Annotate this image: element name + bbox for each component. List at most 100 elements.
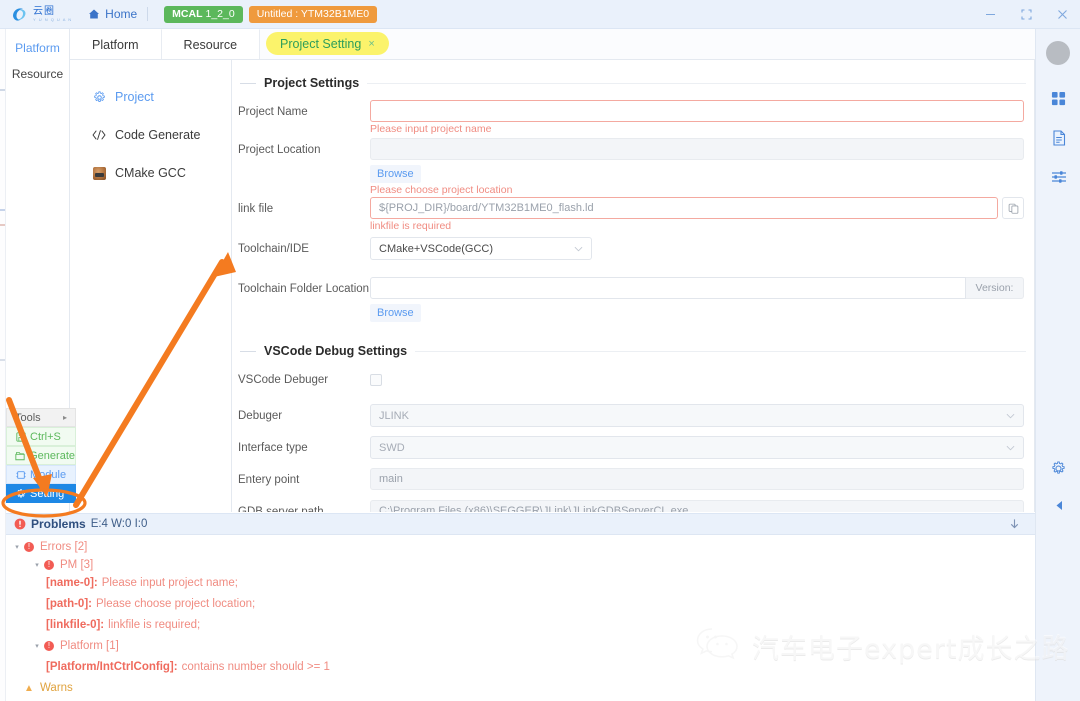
field-row-vscode-debuger: VSCode Debuger xyxy=(232,368,1034,392)
sidebar-item-code-generate[interactable]: Code Generate xyxy=(70,116,231,154)
caret-icon[interactable]: ▾ xyxy=(32,561,42,569)
menu-item-setting[interactable]: Setting xyxy=(6,484,76,503)
tab-platform[interactable]: Platform xyxy=(70,29,162,59)
leftnav-label-platform: Platform xyxy=(15,41,60,55)
error-project-location: Please choose project location xyxy=(370,184,513,196)
close-icon[interactable] xyxy=(1044,0,1080,28)
leftnav-item-resource[interactable]: Resource xyxy=(6,61,69,87)
problem-node-warns[interactable]: ▲ Warns xyxy=(6,679,1035,697)
code-icon xyxy=(92,128,106,142)
field-row-toolchain-folder: Toolchain Folder Location Version: Brows… xyxy=(232,277,1034,322)
document-icon[interactable] xyxy=(1036,118,1080,157)
copy-icon[interactable] xyxy=(1002,197,1024,219)
sidebar-item-project[interactable]: Project xyxy=(70,78,231,116)
chevron-right-icon: ▸ xyxy=(62,413,67,422)
problem-item-intctrlconfig-key: [Platform/IntCtrlConfig]: xyxy=(46,661,178,673)
home-button[interactable]: Home xyxy=(88,7,137,21)
problem-item-path-0[interactable]: [path-0]: Please choose project location… xyxy=(6,595,1035,613)
problem-node-pm[interactable]: ▾ ! PM [3] xyxy=(6,556,1035,574)
label-link-file: link file xyxy=(238,203,274,215)
sidebar-item-cmake-gcc[interactable]: CMake GCC xyxy=(70,154,231,192)
error-icon: ! xyxy=(42,641,56,651)
tab-project-setting[interactable]: Project Setting × xyxy=(266,32,389,55)
problem-node-errors[interactable]: ▾ ! Errors [2] xyxy=(6,538,1035,556)
grid-icon[interactable] xyxy=(1036,79,1080,118)
section-header-vscode-debug: VSCode Debug Settings xyxy=(240,344,1026,358)
mcal-badge[interactable]: MCAL 1_2_0 xyxy=(164,5,243,23)
watermark: 汽车电子expert成长之路 xyxy=(696,626,1070,667)
project-location-browse-button[interactable]: Browse xyxy=(370,165,421,183)
label-interface-type: Interface type xyxy=(238,442,308,454)
problem-item-name-0-key: [name-0]: xyxy=(46,577,98,589)
leftnav-item-platform[interactable]: Platform xyxy=(6,35,69,61)
download-icon[interactable] xyxy=(1008,518,1021,531)
module-icon xyxy=(15,469,26,480)
debuger-value: JLINK xyxy=(379,409,409,422)
problem-item-path-0-key: [path-0]: xyxy=(46,598,92,610)
vscode-debuger-checkbox[interactable] xyxy=(370,374,382,386)
collapse-left-icon[interactable] xyxy=(1036,486,1080,525)
sliders-icon[interactable] xyxy=(1036,157,1080,196)
wechat-icon xyxy=(696,626,740,667)
window-controls xyxy=(972,0,1080,28)
chevron-down-icon xyxy=(1006,411,1015,421)
section-header-project-settings: Project Settings xyxy=(240,76,1026,90)
field-row-project-location: Project Location Browse Please choose pr… xyxy=(232,138,1034,197)
project-name-input[interactable] xyxy=(370,100,1024,122)
link-file-input[interactable]: ${PROJ_DIR}/board/YTM32B1ME0_flash.ld xyxy=(370,197,998,219)
toolchain-ide-select[interactable]: CMake+VSCode(GCC) xyxy=(370,237,592,260)
menu-item-generate[interactable]: Generate xyxy=(6,446,76,465)
menu-item-setting-label: Setting xyxy=(30,487,65,500)
problems-tree: ▾ ! Errors [2] ▾ ! PM [3] [name-0]: Plea… xyxy=(6,535,1035,701)
floating-tool-menu: Tools ▸ Ctrl+S Generate Module Setting xyxy=(6,408,76,503)
tab-resource[interactable]: Resource xyxy=(161,29,261,59)
menu-item-save[interactable]: Ctrl+S xyxy=(6,427,76,446)
menu-item-module[interactable]: Module xyxy=(6,465,76,484)
field-row-project-name: Project Name Please input project name xyxy=(232,100,1034,136)
title-bar: 云圈 Y U N Q U A N Home MCAL 1_2_0 Untitle… xyxy=(0,0,1080,29)
menu-item-tools-label: Tools xyxy=(15,411,41,424)
tab-close-icon[interactable]: × xyxy=(368,38,374,50)
project-badge[interactable]: Untitled : YTM32B1ME0 xyxy=(248,5,378,23)
field-row-entry-point: Entery point main xyxy=(232,468,1034,492)
chevron-down-icon xyxy=(574,244,583,254)
avatar[interactable] xyxy=(1046,41,1070,65)
caret-icon[interactable]: ▾ xyxy=(12,543,22,551)
menu-item-tools[interactable]: Tools ▸ xyxy=(6,408,76,427)
problem-item-name-0[interactable]: [name-0]: Please input project name; xyxy=(6,574,1035,592)
menu-item-save-label: Ctrl+S xyxy=(30,430,61,443)
interface-type-select[interactable]: SWD xyxy=(370,436,1024,459)
problem-item-path-0-text: Please choose project location; xyxy=(96,598,256,610)
label-project-name: Project Name xyxy=(238,106,308,118)
maximize-icon[interactable] xyxy=(1008,0,1044,28)
debuger-select[interactable]: JLINK xyxy=(370,404,1024,427)
leftnav-label-resource: Resource xyxy=(11,67,64,81)
toolchain-ide-value: CMake+VSCode(GCC) xyxy=(379,242,494,255)
problem-node-warns-label: Warns xyxy=(40,682,73,694)
minimize-icon[interactable] xyxy=(972,0,1008,28)
logo-swirl-icon xyxy=(10,5,29,24)
gear-icon[interactable] xyxy=(1036,449,1080,488)
watermark-text: 汽车电子expert成长之路 xyxy=(752,634,1070,665)
problem-node-pm-label: PM [3] xyxy=(60,559,94,571)
menu-item-module-label: Module xyxy=(30,468,67,481)
tab-platform-label: Platform xyxy=(92,37,139,52)
field-row-debuger: Debuger JLINK xyxy=(232,404,1034,428)
sub-nav: Project Code Generate CMake GCC xyxy=(70,60,232,512)
entry-point-input[interactable]: main xyxy=(370,468,1024,490)
caret-icon[interactable]: ▾ xyxy=(32,642,42,650)
toolchain-folder-browse-button[interactable]: Browse xyxy=(370,304,421,322)
field-row-interface-type: Interface type SWD xyxy=(232,436,1034,460)
problem-item-name-0-text: Please input project name; xyxy=(101,577,238,589)
label-vscode-debuger: VSCode Debuger xyxy=(238,374,329,386)
gdb-server-path-input[interactable]: C:\Program Files (x86)\SEGGER\JLink\JLin… xyxy=(370,500,1024,512)
label-toolchain-ide: Toolchain/IDE xyxy=(238,243,309,255)
problem-node-platform-label: Platform [1] xyxy=(60,640,119,652)
project-location-input[interactable] xyxy=(370,138,1024,160)
label-debuger: Debuger xyxy=(238,410,283,422)
interface-type-value: SWD xyxy=(379,441,405,454)
toolchain-folder-input[interactable] xyxy=(370,277,966,299)
save-icon xyxy=(15,431,26,442)
error-project-name: Please input project name xyxy=(370,123,492,135)
toolchain-version-label: Version: xyxy=(966,277,1024,299)
